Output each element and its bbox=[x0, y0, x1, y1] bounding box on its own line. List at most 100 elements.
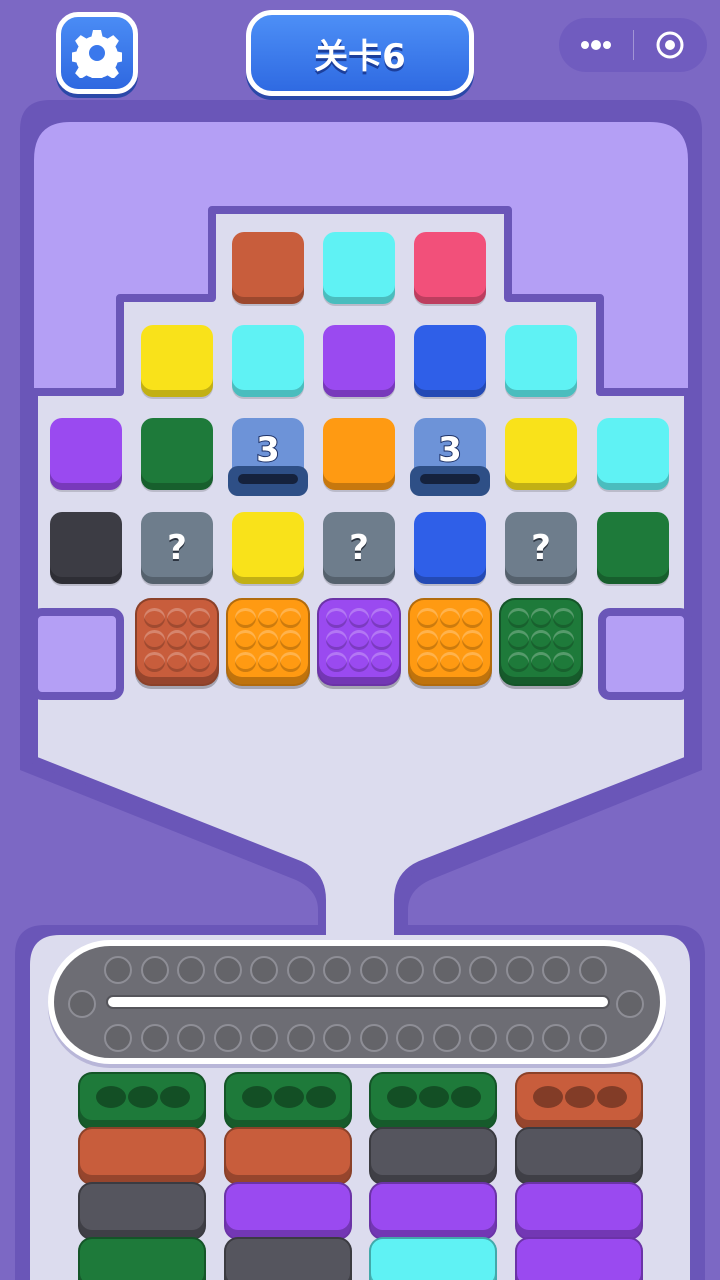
bubble-dot bbox=[348, 652, 370, 672]
settings-button[interactable] bbox=[56, 12, 138, 94]
bubble-dot bbox=[235, 608, 256, 628]
tray-pit bbox=[160, 1086, 190, 1108]
bubble-dot bbox=[257, 652, 279, 672]
right-notch bbox=[598, 608, 692, 700]
color-tile[interactable] bbox=[50, 512, 122, 584]
bubble-dot bbox=[371, 652, 392, 672]
conveyor-hole bbox=[323, 956, 351, 984]
color-tile[interactable] bbox=[505, 325, 577, 397]
conveyor-hole bbox=[616, 990, 644, 1018]
counter-tile[interactable]: 3 bbox=[410, 418, 490, 496]
conveyor-hole bbox=[432, 1024, 461, 1052]
color-tile[interactable] bbox=[414, 512, 486, 584]
color-tile[interactable] bbox=[414, 232, 486, 304]
tray-pit bbox=[128, 1086, 158, 1108]
tray-pit bbox=[387, 1086, 417, 1108]
bubble-dot bbox=[417, 652, 438, 672]
color-tile[interactable] bbox=[323, 418, 395, 490]
tray-slot[interactable] bbox=[369, 1072, 497, 1130]
tray-slot[interactable] bbox=[78, 1072, 206, 1130]
bubble-dot bbox=[235, 630, 256, 650]
conveyor-hole bbox=[505, 1024, 534, 1052]
conveyor-hole bbox=[213, 956, 242, 984]
counter-tile[interactable]: 3 bbox=[228, 418, 308, 496]
bubble-block[interactable] bbox=[135, 598, 219, 686]
bubble-dot bbox=[326, 608, 347, 628]
color-tile[interactable] bbox=[141, 325, 213, 397]
bubble-dot bbox=[417, 608, 438, 628]
bubble-dot bbox=[508, 652, 529, 672]
mystery-mark: ? bbox=[531, 528, 551, 568]
conveyor-hole bbox=[578, 956, 607, 984]
bubble-dot bbox=[348, 608, 370, 628]
color-tile[interactable] bbox=[232, 512, 304, 584]
bubble-dot bbox=[189, 630, 210, 650]
target-circle-icon bbox=[656, 31, 684, 59]
tray-pit bbox=[305, 1086, 336, 1108]
conveyor-hole bbox=[250, 1024, 278, 1052]
conveyor-hole bbox=[213, 1024, 242, 1052]
bubble-block[interactable] bbox=[317, 598, 401, 686]
gear-icon bbox=[72, 30, 122, 78]
color-tile[interactable] bbox=[323, 325, 395, 397]
conveyor-hole bbox=[286, 956, 315, 984]
bubble-dot bbox=[280, 608, 301, 628]
mystery-tile[interactable]: ? bbox=[141, 512, 213, 584]
tray-slot bbox=[514, 1127, 643, 1185]
tray-pit bbox=[532, 1086, 563, 1108]
color-tile[interactable] bbox=[597, 418, 669, 490]
bubble-dot bbox=[166, 630, 188, 650]
bubble-dot bbox=[144, 652, 165, 672]
bubble-dot bbox=[280, 652, 301, 672]
tray-slot bbox=[514, 1237, 643, 1280]
left-notch bbox=[30, 608, 124, 700]
color-tile[interactable] bbox=[323, 232, 395, 304]
close-button[interactable] bbox=[634, 18, 708, 72]
bubble-block[interactable] bbox=[408, 598, 492, 686]
bubble-block[interactable] bbox=[226, 598, 310, 686]
more-button[interactable] bbox=[559, 18, 633, 72]
color-tile[interactable] bbox=[505, 418, 577, 490]
color-tile[interactable] bbox=[597, 512, 669, 584]
conveyor-hole bbox=[396, 1024, 424, 1052]
tray-pit bbox=[419, 1086, 449, 1108]
mini-program-capsule bbox=[559, 18, 707, 72]
counter-value: 3 bbox=[437, 429, 463, 471]
bubble-dot bbox=[257, 608, 279, 628]
tray-pit bbox=[273, 1086, 304, 1108]
tray-slot bbox=[369, 1127, 497, 1185]
conveyor-hole bbox=[505, 956, 534, 984]
bubble-dot bbox=[144, 630, 165, 650]
conveyor-hole bbox=[359, 1024, 388, 1052]
tray-pit bbox=[241, 1086, 272, 1108]
tray-slot bbox=[223, 1127, 352, 1185]
conveyor-hole bbox=[177, 1024, 205, 1052]
conveyor-hole bbox=[286, 1024, 315, 1052]
color-tile[interactable] bbox=[232, 232, 304, 304]
tray-slot bbox=[514, 1182, 643, 1240]
bubble-block[interactable] bbox=[499, 598, 583, 686]
tray-slot bbox=[78, 1182, 206, 1240]
bubble-dot bbox=[553, 630, 574, 650]
bubble-dot bbox=[326, 630, 347, 650]
tray-slot bbox=[223, 1237, 352, 1280]
tray-slot bbox=[369, 1182, 497, 1240]
bubble-dot bbox=[508, 608, 529, 628]
bubble-dot bbox=[189, 652, 210, 672]
color-tile[interactable] bbox=[232, 325, 304, 397]
tray-slot[interactable] bbox=[223, 1072, 352, 1130]
mystery-tile[interactable]: ? bbox=[505, 512, 577, 584]
color-tile[interactable] bbox=[50, 418, 122, 490]
conveyor-hole bbox=[359, 956, 388, 984]
bubble-dot bbox=[439, 608, 461, 628]
tray-slot[interactable] bbox=[514, 1072, 643, 1130]
conveyor-hole bbox=[140, 1024, 169, 1052]
color-tile[interactable] bbox=[141, 418, 213, 490]
bubble-dot bbox=[530, 608, 552, 628]
bubble-dot bbox=[144, 608, 165, 628]
color-tile[interactable] bbox=[414, 325, 486, 397]
bubble-dot bbox=[371, 630, 392, 650]
mystery-tile[interactable]: ? bbox=[323, 512, 395, 584]
tray-slot bbox=[78, 1237, 206, 1280]
bubble-dot bbox=[462, 630, 483, 650]
